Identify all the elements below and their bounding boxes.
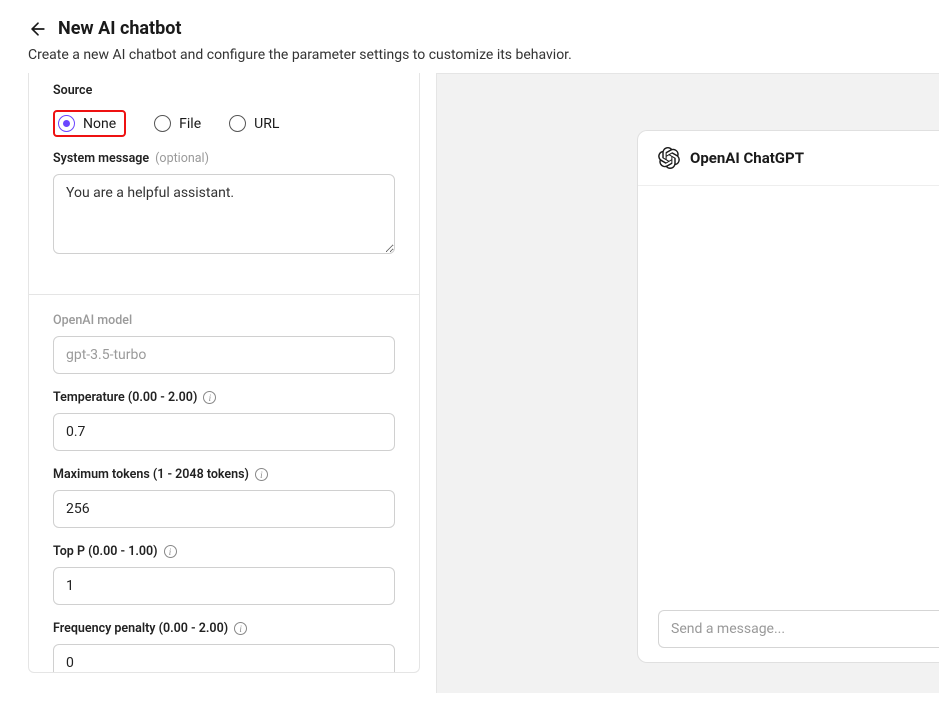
temperature-input[interactable]: [53, 413, 395, 451]
openai-icon: [658, 147, 680, 169]
page-title: New AI chatbot: [58, 18, 182, 39]
radio-label: URL: [254, 116, 279, 132]
temperature-label: Temperature (0.00 - 2.00) i: [53, 390, 395, 405]
radio-label: File: [179, 116, 201, 132]
page-header: New AI chatbot Create a new AI chatbot a…: [0, 0, 939, 63]
source-radio-url[interactable]: URL: [229, 115, 279, 132]
frequency-penalty-input[interactable]: [53, 644, 395, 673]
radio-icon: [58, 115, 75, 132]
max-tokens-label: Maximum tokens (1 - 2048 tokens) i: [53, 467, 395, 482]
frequency-penalty-label: Frequency penalty (0.00 - 2.00) i: [53, 621, 395, 636]
radio-icon: [154, 115, 171, 132]
radio-label: None: [83, 116, 116, 132]
max-tokens-input[interactable]: [53, 490, 395, 528]
model-label: OpenAI model: [53, 313, 395, 328]
info-icon[interactable]: i: [255, 468, 268, 481]
model-input: [53, 336, 395, 374]
top-p-input[interactable]: [53, 567, 395, 605]
chat-card: OpenAI ChatGPT: [637, 130, 939, 663]
source-radio-group: None File URL: [53, 106, 395, 137]
config-panel: Source None File URL: [28, 73, 420, 673]
system-message-input[interactable]: [53, 174, 395, 254]
source-label: Source: [53, 83, 395, 98]
chat-message-input[interactable]: [658, 610, 939, 648]
back-button[interactable]: [28, 19, 48, 39]
chat-body: [638, 186, 939, 596]
radio-icon: [229, 115, 246, 132]
arrow-left-icon: [28, 19, 48, 39]
chat-header: OpenAI ChatGPT: [638, 131, 939, 186]
chat-title: OpenAI ChatGPT: [690, 149, 804, 167]
info-icon[interactable]: i: [234, 622, 247, 635]
info-icon[interactable]: i: [203, 391, 216, 404]
source-radio-file[interactable]: File: [154, 115, 201, 132]
top-p-label: Top P (0.00 - 1.00) i: [53, 544, 395, 559]
system-message-label: System message (optional): [53, 151, 395, 166]
info-icon[interactable]: i: [164, 545, 177, 558]
page-subtitle: Create a new AI chatbot and configure th…: [28, 47, 911, 63]
source-none-highlight: None: [53, 110, 126, 137]
source-radio-none[interactable]: None: [58, 115, 116, 132]
preview-pane: OpenAI ChatGPT: [436, 73, 939, 693]
